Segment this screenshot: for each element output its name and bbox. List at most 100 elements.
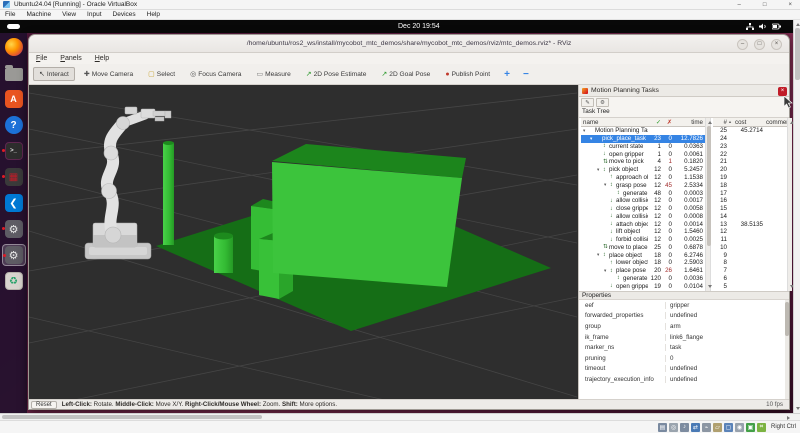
- property-row[interactable]: eef gripper: [579, 300, 789, 311]
- solution-row[interactable]: 5: [713, 282, 787, 290]
- solution-row[interactable]: 21: [713, 158, 787, 166]
- panel-header[interactable]: Motion Planning Tasks ×: [579, 85, 789, 97]
- col-comment[interactable]: comment: [763, 119, 787, 126]
- task-tree-header[interactable]: name ✓ ✗ time: [581, 118, 705, 127]
- 3d-viewport[interactable]: [29, 85, 578, 399]
- task-row-lower-object[interactable]: ↑ lower object 18 0 2.5903: [581, 259, 705, 267]
- property-row[interactable]: group arm: [579, 321, 789, 332]
- solution-row[interactable]: 15: [713, 205, 787, 213]
- tool-2d-pose-estimate[interactable]: ↗ 2D Pose Estimate: [300, 67, 373, 81]
- rviz-menu-file[interactable]: File: [36, 55, 47, 62]
- solution-row[interactable]: 8: [713, 259, 787, 267]
- dock-terminal[interactable]: >_: [1, 140, 26, 162]
- rviz-titlebar[interactable]: /home/ubuntu/ros2_ws/install/mycobot_mtc…: [29, 35, 789, 53]
- solution-row[interactable]: 16: [713, 197, 787, 205]
- tool-publish-point[interactable]: ● Publish Point: [439, 68, 496, 81]
- solution-row[interactable]: 23: [713, 143, 787, 151]
- tool-measure[interactable]: ▭ Measure: [250, 67, 296, 81]
- rviz-close-button[interactable]: ×: [771, 38, 782, 50]
- vbox-status-display-icon[interactable]: ▢: [723, 422, 733, 432]
- vbox-status-hard-disks-icon[interactable]: ▤: [657, 422, 667, 432]
- panel-close-button[interactable]: ×: [778, 86, 787, 96]
- vbox-menu-file[interactable]: File: [5, 11, 15, 18]
- col-name[interactable]: name: [581, 119, 648, 126]
- property-row[interactable]: trajectory_execution_info undefined: [579, 374, 789, 385]
- solution-row[interactable]: 11: [713, 236, 787, 244]
- solution-row[interactable]: 18: [713, 181, 787, 189]
- task-row-place-pose-ik[interactable]: ▾↕place pose IK20261.6461: [581, 267, 705, 275]
- solution-row[interactable]: 20: [713, 166, 787, 174]
- task-row-attach-object[interactable]: ↓ attach object 12 0 0.0014: [581, 220, 705, 228]
- dock-firefox[interactable]: [2, 36, 26, 58]
- vm-horizontal-scrollbar[interactable]: [0, 413, 800, 420]
- solution-row[interactable]: 13 38.5135: [713, 220, 787, 228]
- task-row-approach-object[interactable]: ↑approach object1201.1538: [581, 174, 705, 182]
- col-cost[interactable]: cost: [733, 119, 763, 126]
- task-row-motion-planning-tasks[interactable]: ▾ Motion Planning Tasks: [581, 127, 705, 135]
- vbox-status-optical-drives-icon[interactable]: ◎: [668, 422, 678, 432]
- task-row-close-gripper[interactable]: ↓ close gripper 12 0 0.0058: [581, 205, 705, 213]
- col-time[interactable]: time: [672, 119, 705, 126]
- col-number[interactable]: #: [713, 119, 727, 126]
- col-failure[interactable]: ✗: [661, 119, 672, 126]
- task-row-lift-object[interactable]: ↓ lift object 12 0 1.5460: [581, 228, 705, 236]
- solutions-header[interactable]: # ▴ cost comment: [713, 118, 787, 127]
- tool-interact[interactable]: ↖ Interact: [33, 67, 75, 81]
- dock-settings[interactable]: ⚙: [1, 218, 26, 240]
- reset-button[interactable]: Reset: [31, 400, 57, 409]
- task-row-pick-place-task[interactable]: ▾ pick_place_task 23 0 12.7826: [581, 134, 705, 143]
- vbox-menu-machine[interactable]: Machine: [26, 11, 51, 18]
- panel-settings-button[interactable]: ⚙: [596, 98, 609, 107]
- task-row-allow-collision[interactable]: ↓allow collision ...1200.0017: [581, 197, 705, 205]
- vbox-menu-input[interactable]: Input: [87, 11, 101, 18]
- properties-scrollbar[interactable]: [785, 300, 789, 399]
- solution-row[interactable]: 19: [713, 174, 787, 182]
- vbox-status-features-icon[interactable]: ▣: [745, 422, 755, 432]
- dock-vscode[interactable]: ❮: [2, 192, 26, 214]
- rviz-minimize-button[interactable]: –: [737, 38, 748, 50]
- vbox-status-network-icon[interactable]: ⇄: [690, 422, 700, 432]
- solution-row[interactable]: 17: [713, 189, 787, 197]
- solution-row[interactable]: 24: [713, 135, 787, 143]
- task-row-place-object[interactable]: ▾ ↕ place object 18 0 6.2746: [581, 251, 705, 259]
- task-row-grasp-pose-ik[interactable]: ▾↕grasp pose IK12452.5334: [581, 181, 705, 189]
- vm-vertical-scrollbar[interactable]: [793, 20, 800, 413]
- vbox-status-shared-folders-icon[interactable]: ▱: [712, 422, 722, 432]
- rviz-menu-help[interactable]: Help: [95, 55, 109, 62]
- solutions-table[interactable]: # ▴ cost comment 25 45.2714 24232221201918…: [713, 118, 787, 291]
- task-row-current-state[interactable]: ↕ current state 1 0 0.0363: [581, 143, 705, 151]
- dock-help[interactable]: ?: [2, 114, 26, 136]
- solution-row[interactable]: 7: [713, 267, 787, 275]
- solution-row[interactable]: 22: [713, 150, 787, 158]
- col-success[interactable]: ✓: [648, 119, 661, 126]
- tool-select[interactable]: ▢ Select: [142, 67, 181, 81]
- vbox-status-audio-icon[interactable]: ♪: [679, 422, 689, 432]
- vbox-status-usb-icon[interactable]: ⌁: [701, 422, 711, 432]
- rviz-maximize-button[interactable]: □: [754, 38, 765, 50]
- properties-table[interactable]: eef gripper forwarded_properties undefined g…: [579, 300, 789, 399]
- vbox-maximize-button[interactable]: □: [763, 2, 767, 8]
- property-row[interactable]: pruning 0: [579, 353, 789, 364]
- tool-move-camera[interactable]: ✚ Move Camera: [78, 67, 139, 81]
- dock-trash[interactable]: ♻: [2, 270, 26, 292]
- dock-settings-active[interactable]: ⚙: [1, 244, 26, 266]
- vbox-minimize-button[interactable]: –: [738, 2, 741, 8]
- property-row[interactable]: ik_frame link6_flange: [579, 332, 789, 343]
- task-row-allow-collision[interactable]: ↓allow collision ...1200.0008: [581, 212, 705, 220]
- vbox-menu-view[interactable]: View: [62, 11, 76, 18]
- vbox-menu-help[interactable]: Help: [147, 11, 160, 18]
- task-row-open-gripper[interactable]: ↓ open gripper 1 0 0.0061: [581, 150, 705, 158]
- system-tray[interactable]: [746, 23, 781, 30]
- solution-row[interactable]: 9: [713, 251, 787, 259]
- property-row[interactable]: forwarded_properties undefined: [579, 311, 789, 322]
- clock[interactable]: Dec 20 19:54: [398, 23, 440, 30]
- dock-ubuntu-software[interactable]: A: [2, 88, 26, 110]
- solution-row[interactable]: 25 45.2714: [713, 127, 787, 135]
- solution-row[interactable]: 14: [713, 212, 787, 220]
- task-row-pick-object[interactable]: ▾ ↕ pick object 12 0 5.2457: [581, 166, 705, 174]
- solution-row[interactable]: 6: [713, 275, 787, 283]
- workspace-indicator[interactable]: [7, 24, 20, 29]
- dock-files[interactable]: [2, 62, 26, 84]
- panel-edit-button[interactable]: ✎: [581, 98, 594, 107]
- task-tree-table[interactable]: name ✓ ✗ time ▾ Motion Planning Tasks▾ p…: [581, 118, 705, 291]
